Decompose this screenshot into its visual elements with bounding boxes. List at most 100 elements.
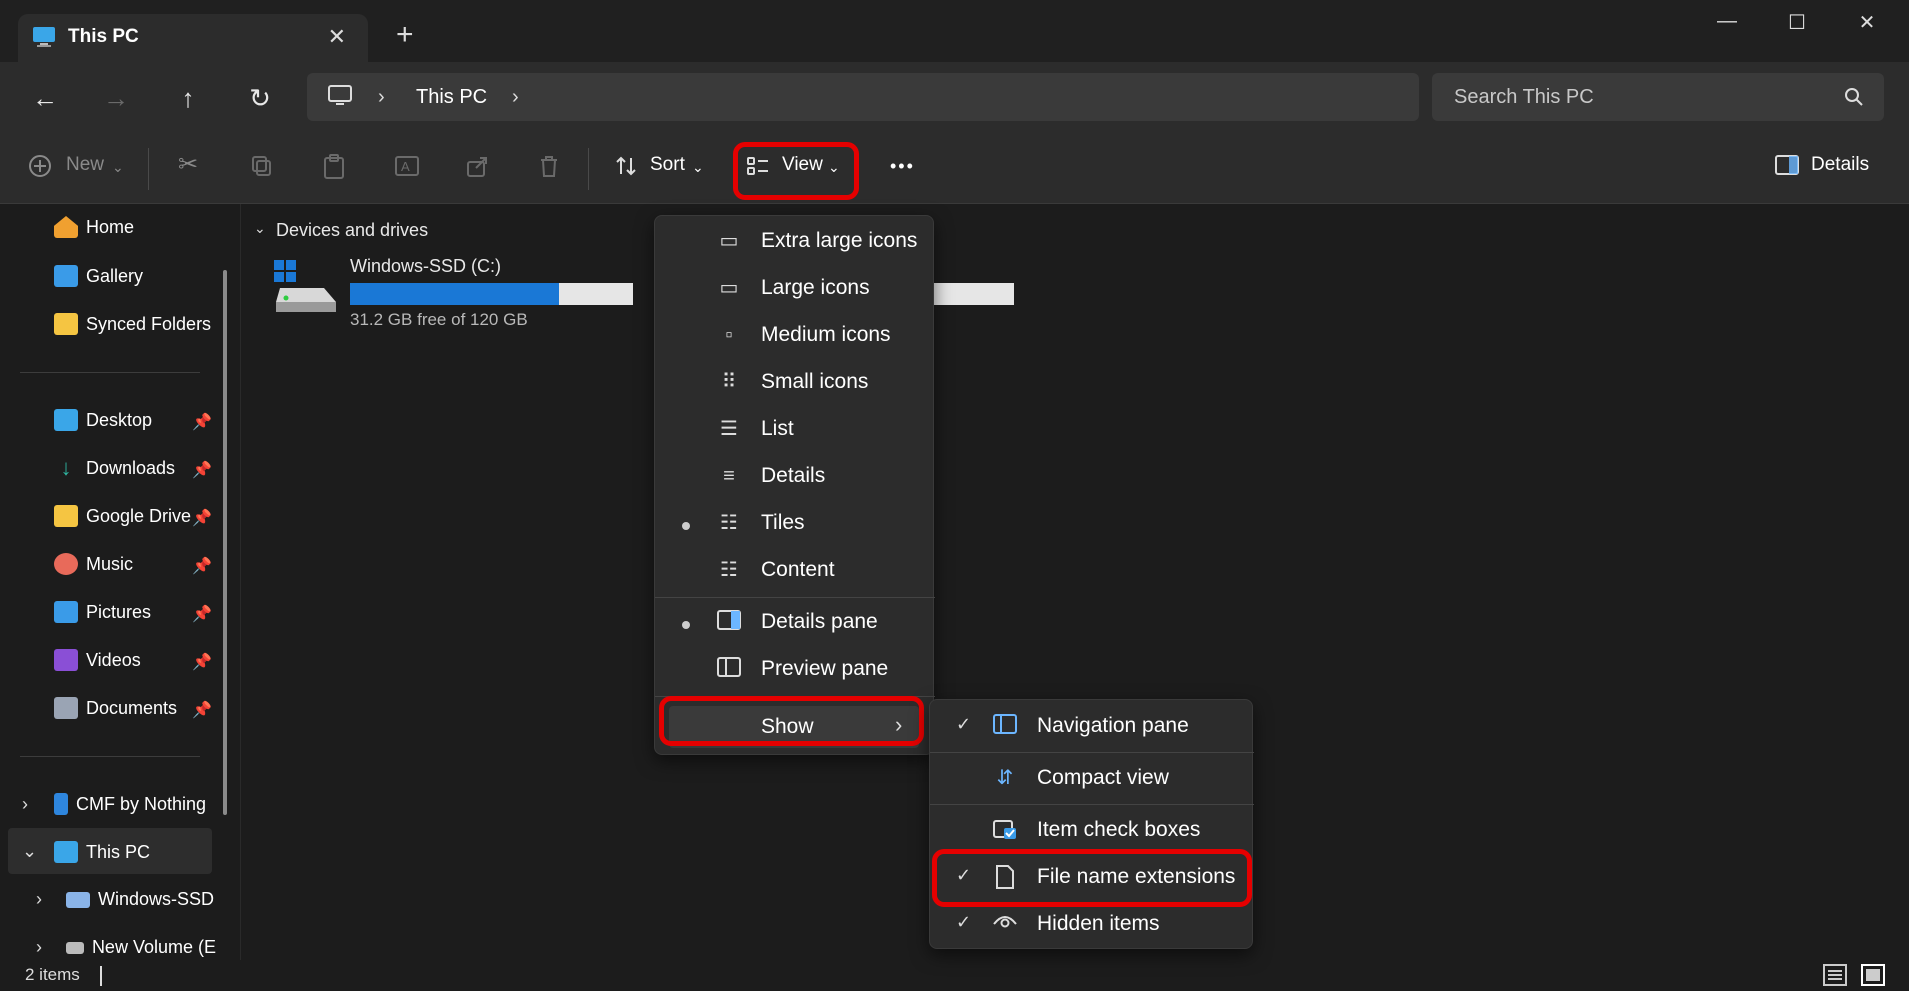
small-icons-icon: ⠿ — [721, 371, 737, 393]
sidebar-item-pictures[interactable]: Pictures — [54, 601, 151, 623]
breadcrumb-chevron-icon[interactable]: › — [512, 86, 519, 109]
pin-icon: 📌 — [192, 606, 212, 623]
tab-this-pc[interactable]: This PC ✕ — [18, 14, 368, 62]
sort-button[interactable]: Sort — [650, 154, 685, 176]
details-pane-icon — [1774, 154, 1800, 182]
gallery-icon — [54, 265, 78, 287]
menu-item-compact-view[interactable]: Compact view — [1037, 766, 1169, 790]
phone-icon — [54, 793, 68, 815]
pin-icon: 📌 — [192, 702, 212, 719]
content-icon: ☷ — [720, 559, 738, 581]
folder-icon — [54, 313, 78, 335]
check-icon: ✓ — [956, 912, 972, 932]
menu-item-list[interactable]: List — [761, 417, 794, 441]
chevron-right-icon[interactable]: › — [36, 937, 42, 958]
close-window-button[interactable]: ✕ — [1832, 10, 1902, 35]
view-menu: ▭ Extra large icons ▭ Large icons ▫ Medi… — [654, 215, 935, 755]
menu-item-content[interactable]: Content — [761, 558, 835, 582]
new-tab-button[interactable]: + — [396, 18, 414, 52]
menu-item-small-icons[interactable]: Small icons — [761, 370, 868, 394]
compact-view-icon: ⇵ — [996, 767, 1014, 789]
sidebar-item-google-drive[interactable]: Google Drive — [54, 505, 191, 527]
menu-item-details-pane[interactable]: Details pane — [761, 610, 878, 634]
address-bar[interactable]: › This PC › — [307, 73, 1419, 121]
paste-icon[interactable] — [322, 154, 346, 186]
sidebar-item-home[interactable]: Home — [54, 216, 134, 238]
show-submenu: ✓ Navigation pane ⇵ Compact view Item ch… — [929, 699, 1254, 949]
chevron-right-icon[interactable]: › — [22, 794, 28, 815]
sidebar-item-cmf-by-nothing[interactable]: CMF by Nothing — [54, 793, 206, 815]
rename-icon[interactable]: A — [394, 154, 420, 184]
large-icons-view-icon[interactable] — [1860, 963, 1886, 991]
sidebar-item-music[interactable]: Music — [54, 553, 133, 575]
menu-item-item-check-boxes[interactable]: Item check boxes — [1037, 818, 1200, 842]
svg-text:A: A — [401, 159, 410, 174]
menu-item-navigation-pane[interactable]: Navigation pane — [1037, 714, 1189, 738]
drive-c-icon[interactable] — [272, 258, 340, 319]
up-button[interactable]: ↑ — [170, 80, 206, 116]
menu-item-details[interactable]: Details — [761, 464, 825, 488]
chevron-down-icon: ⌄ — [692, 159, 704, 175]
sidebar-item-desktop[interactable]: Desktop — [54, 409, 152, 431]
section-header-devices-and-drives[interactable]: Devices and drives — [276, 220, 428, 241]
monitor-icon — [327, 84, 353, 113]
forward-button[interactable]: → — [98, 80, 134, 116]
refresh-button[interactable]: ↻ — [242, 80, 278, 116]
search-box[interactable]: Search This PC — [1432, 73, 1884, 121]
music-icon — [54, 553, 78, 575]
tab-close-icon[interactable]: ✕ — [328, 24, 346, 50]
see-more-button[interactable]: ••• — [890, 156, 915, 177]
delete-icon[interactable] — [538, 154, 560, 184]
extra-large-icons-icon: ▭ — [719, 230, 739, 252]
drive-icon — [66, 891, 90, 908]
drive-usage-bar — [930, 283, 1014, 305]
show-highlight-box — [659, 696, 924, 746]
sidebar-item-documents[interactable]: Documents — [54, 697, 177, 719]
search-input[interactable]: Search This PC — [1454, 86, 1594, 109]
pin-icon: 📌 — [192, 462, 212, 479]
sidebar-item-windows-ssd[interactable]: Windows-SSD — [66, 889, 214, 910]
chevron-right-icon[interactable]: › — [36, 889, 42, 910]
chevron-down-icon[interactable]: ⌄ — [22, 841, 37, 862]
sidebar-scrollbar[interactable] — [223, 270, 227, 815]
list-icon: ☰ — [720, 418, 738, 440]
new-button[interactable]: New — [66, 154, 104, 176]
pin-icon: 📌 — [192, 558, 212, 575]
status-divider — [100, 966, 102, 986]
breadcrumb-this-pc[interactable]: This PC — [416, 86, 487, 109]
drive-icon — [66, 941, 84, 954]
copy-icon[interactable] — [250, 154, 274, 184]
sidebar-item-this-pc[interactable]: This PC — [54, 841, 150, 863]
minimize-button[interactable]: — — [1692, 10, 1762, 33]
sidebar-item-synced-folders[interactable]: Synced Folders — [54, 313, 211, 335]
menu-item-large-icons[interactable]: Large icons — [761, 276, 870, 300]
menu-item-preview-pane[interactable]: Preview pane — [761, 657, 888, 681]
share-icon[interactable] — [466, 154, 490, 184]
sidebar-item-new-volume[interactable]: New Volume (E — [66, 937, 216, 958]
sidebar-item-gallery[interactable]: Gallery — [54, 265, 143, 287]
videos-icon — [54, 649, 78, 671]
menu-item-extra-large-icons[interactable]: Extra large icons — [761, 229, 917, 253]
details-pane-button[interactable]: Details — [1811, 154, 1869, 176]
menu-separator — [930, 752, 1254, 753]
chevron-down-icon[interactable]: ⌄ — [254, 220, 266, 237]
sidebar-divider — [20, 372, 200, 373]
cut-icon[interactable]: ✂ — [178, 150, 198, 179]
menu-item-tiles[interactable]: Tiles — [761, 511, 805, 535]
menu-item-hidden-items[interactable]: Hidden items — [1037, 912, 1160, 936]
menu-item-medium-icons[interactable]: Medium icons — [761, 323, 891, 347]
back-button[interactable]: ← — [27, 80, 63, 116]
details-view-icon[interactable] — [1822, 963, 1848, 991]
drive-free-space: 31.2 GB free of 120 GB — [350, 310, 528, 329]
desktop-icon — [54, 409, 78, 431]
sidebar-item-videos[interactable]: Videos — [54, 649, 141, 671]
item-count: 2 items — [25, 965, 80, 984]
preview-pane-icon — [717, 657, 741, 681]
chevron-down-icon: ⌄ — [112, 159, 124, 175]
maximize-button[interactable]: ☐ — [1762, 10, 1832, 35]
pin-icon: 📌 — [192, 510, 212, 527]
drive-c-name[interactable]: Windows-SSD (C:) — [350, 256, 501, 277]
selected-dot-icon — [682, 522, 690, 530]
sidebar-item-downloads[interactable]: ↓ Downloads — [54, 457, 176, 479]
drive-usage-fill — [350, 283, 560, 305]
